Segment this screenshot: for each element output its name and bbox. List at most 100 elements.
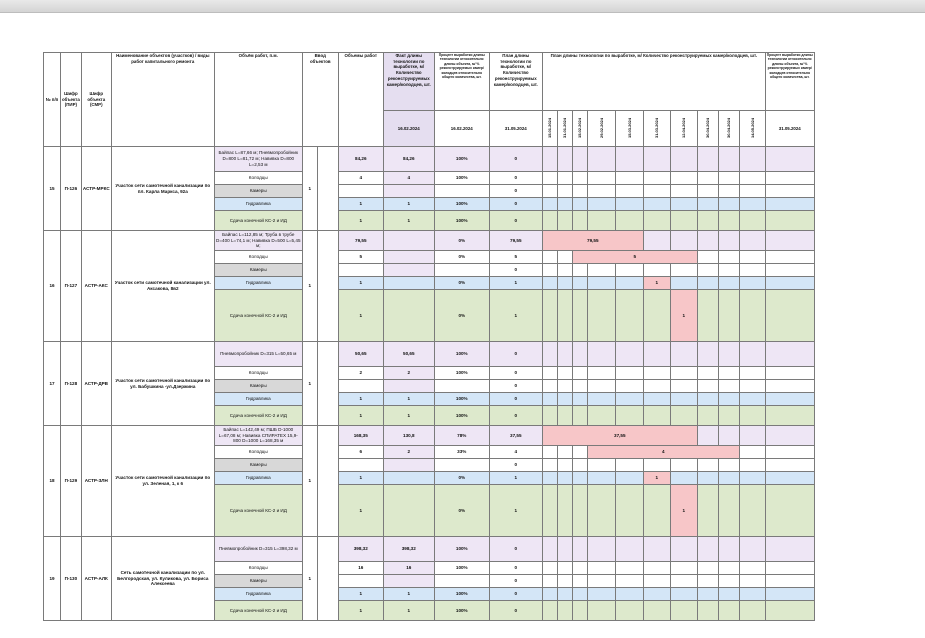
commissioning-gap-cell [316,230,339,342]
plan-cell: 1 [488,289,543,342]
schedule-cell [556,197,573,211]
work-type-cell: Колодцы [213,366,303,380]
final-pct-cell [764,210,815,231]
schedule-date: 30.04.2024 [696,110,719,147]
work-volume-cell: 1 [337,471,384,485]
schedule-cell [556,366,573,380]
plan-cell: 0 [488,405,543,426]
schedule-cell [614,379,644,393]
final-pct-cell [764,379,815,393]
work-type-cell: Байпас L=87,66 м; Пневмопробойник D=800 … [213,146,303,172]
schedule-cell [696,341,719,367]
pct-cell: 100% [433,392,490,406]
schedule-cell [586,405,616,426]
work-type-cell: Гидравлика [213,197,303,211]
plan-cell: 0 [488,146,543,172]
schedule-cell [738,366,766,380]
header-volume: Объём работ, п.м. [213,52,303,147]
schedule-cell [717,574,740,588]
schedule-cell [614,574,644,588]
plan-cell: 0 [488,392,543,406]
work-volume-cell [337,458,384,472]
schedule-cell [738,587,766,601]
schedule-cell [738,574,766,588]
work-type-cell: Камеры [213,574,303,588]
schedule-cell [696,366,719,380]
object-num-cell: 16 [43,230,61,342]
schedule-cell [586,146,616,172]
work-type-cell: Гидравлика [213,276,303,290]
final-pct-cell [764,574,815,588]
header-plan: План длины технологии по выработке, м/ К… [488,52,543,111]
schedule-cell [717,366,740,380]
schedule-cell [738,458,766,472]
schedule-value-cell: 1 [642,471,671,485]
schedule-cell [614,197,644,211]
schedule-cell [669,561,698,575]
pct-cell: 100% [433,210,490,231]
plan-cell: 5 [488,250,543,264]
schedule-cell [696,392,719,406]
schedule-cell [717,561,740,575]
schedule-cell [586,289,616,342]
plan-cell: 0 [488,184,543,198]
date-pct: 16.02.2024 [433,110,490,147]
schedule-cell [642,230,671,251]
commissioning-cell: 1 [301,425,318,537]
final-pct-cell [764,458,815,472]
pct-cell: 100% [433,405,490,426]
work-volume-cell: 1 [337,392,384,406]
schedule-cell [614,536,644,562]
schedule-cell [669,210,698,231]
schedule-cell [586,484,616,537]
schedule-cell [696,263,719,277]
schedule-cell [669,392,698,406]
schedule-cell [642,458,671,472]
schedule-cell [738,341,766,367]
final-pct-cell [764,171,815,185]
schedule-cell [642,210,671,231]
schedule-cell [642,184,671,198]
schedule-value-cell: 37,55 [541,425,698,446]
schedule-cell [696,458,719,472]
work-type-cell: Колодцы [213,445,303,459]
schedule-cell [556,392,573,406]
pct-cell: 33% [433,445,490,459]
table-row: 16 П-127 АСТР-АКС Участок сети самотечной к… [43,230,815,342]
schedule-cell [738,146,766,172]
schedule-cell [642,405,671,426]
schedule-cell [541,405,558,426]
schedule-cell [541,276,558,290]
fact-cell: 2 [382,445,435,459]
final-pct-cell [764,471,815,485]
schedule-cell [541,392,558,406]
schedule-cell [541,471,558,485]
pct-cell: 0% [433,250,490,264]
pct-cell [433,458,490,472]
schedule-cell [738,561,766,575]
work-volume-cell: 1 [337,600,384,621]
fact-cell [382,289,435,342]
schedule-cell [696,587,719,601]
schedule-cell [586,263,616,277]
work-type-cell: Сдача конечной КС-2 и ИД [213,289,303,342]
schedule-cell [571,276,588,290]
schedule-cell [541,263,558,277]
schedule-cell [717,379,740,393]
schedule-cell [556,289,573,342]
schedule-date: 15.02.2024 [571,110,588,147]
pct-cell: 0% [433,484,490,537]
schedule-cell [614,484,644,537]
schedule-cell [717,146,740,172]
schedule-cell [669,471,698,485]
work-volume-cell: 2 [337,366,384,380]
schedule-cell [669,587,698,601]
final-pct-cell [764,197,815,211]
schedule-cell [556,250,573,264]
schedule-cell [642,197,671,211]
window-top-bar [0,0,925,13]
schedule-cell [696,379,719,393]
final-pct-cell [764,484,815,537]
schedule-cell [586,210,616,231]
pct-cell: 100% [433,536,490,562]
